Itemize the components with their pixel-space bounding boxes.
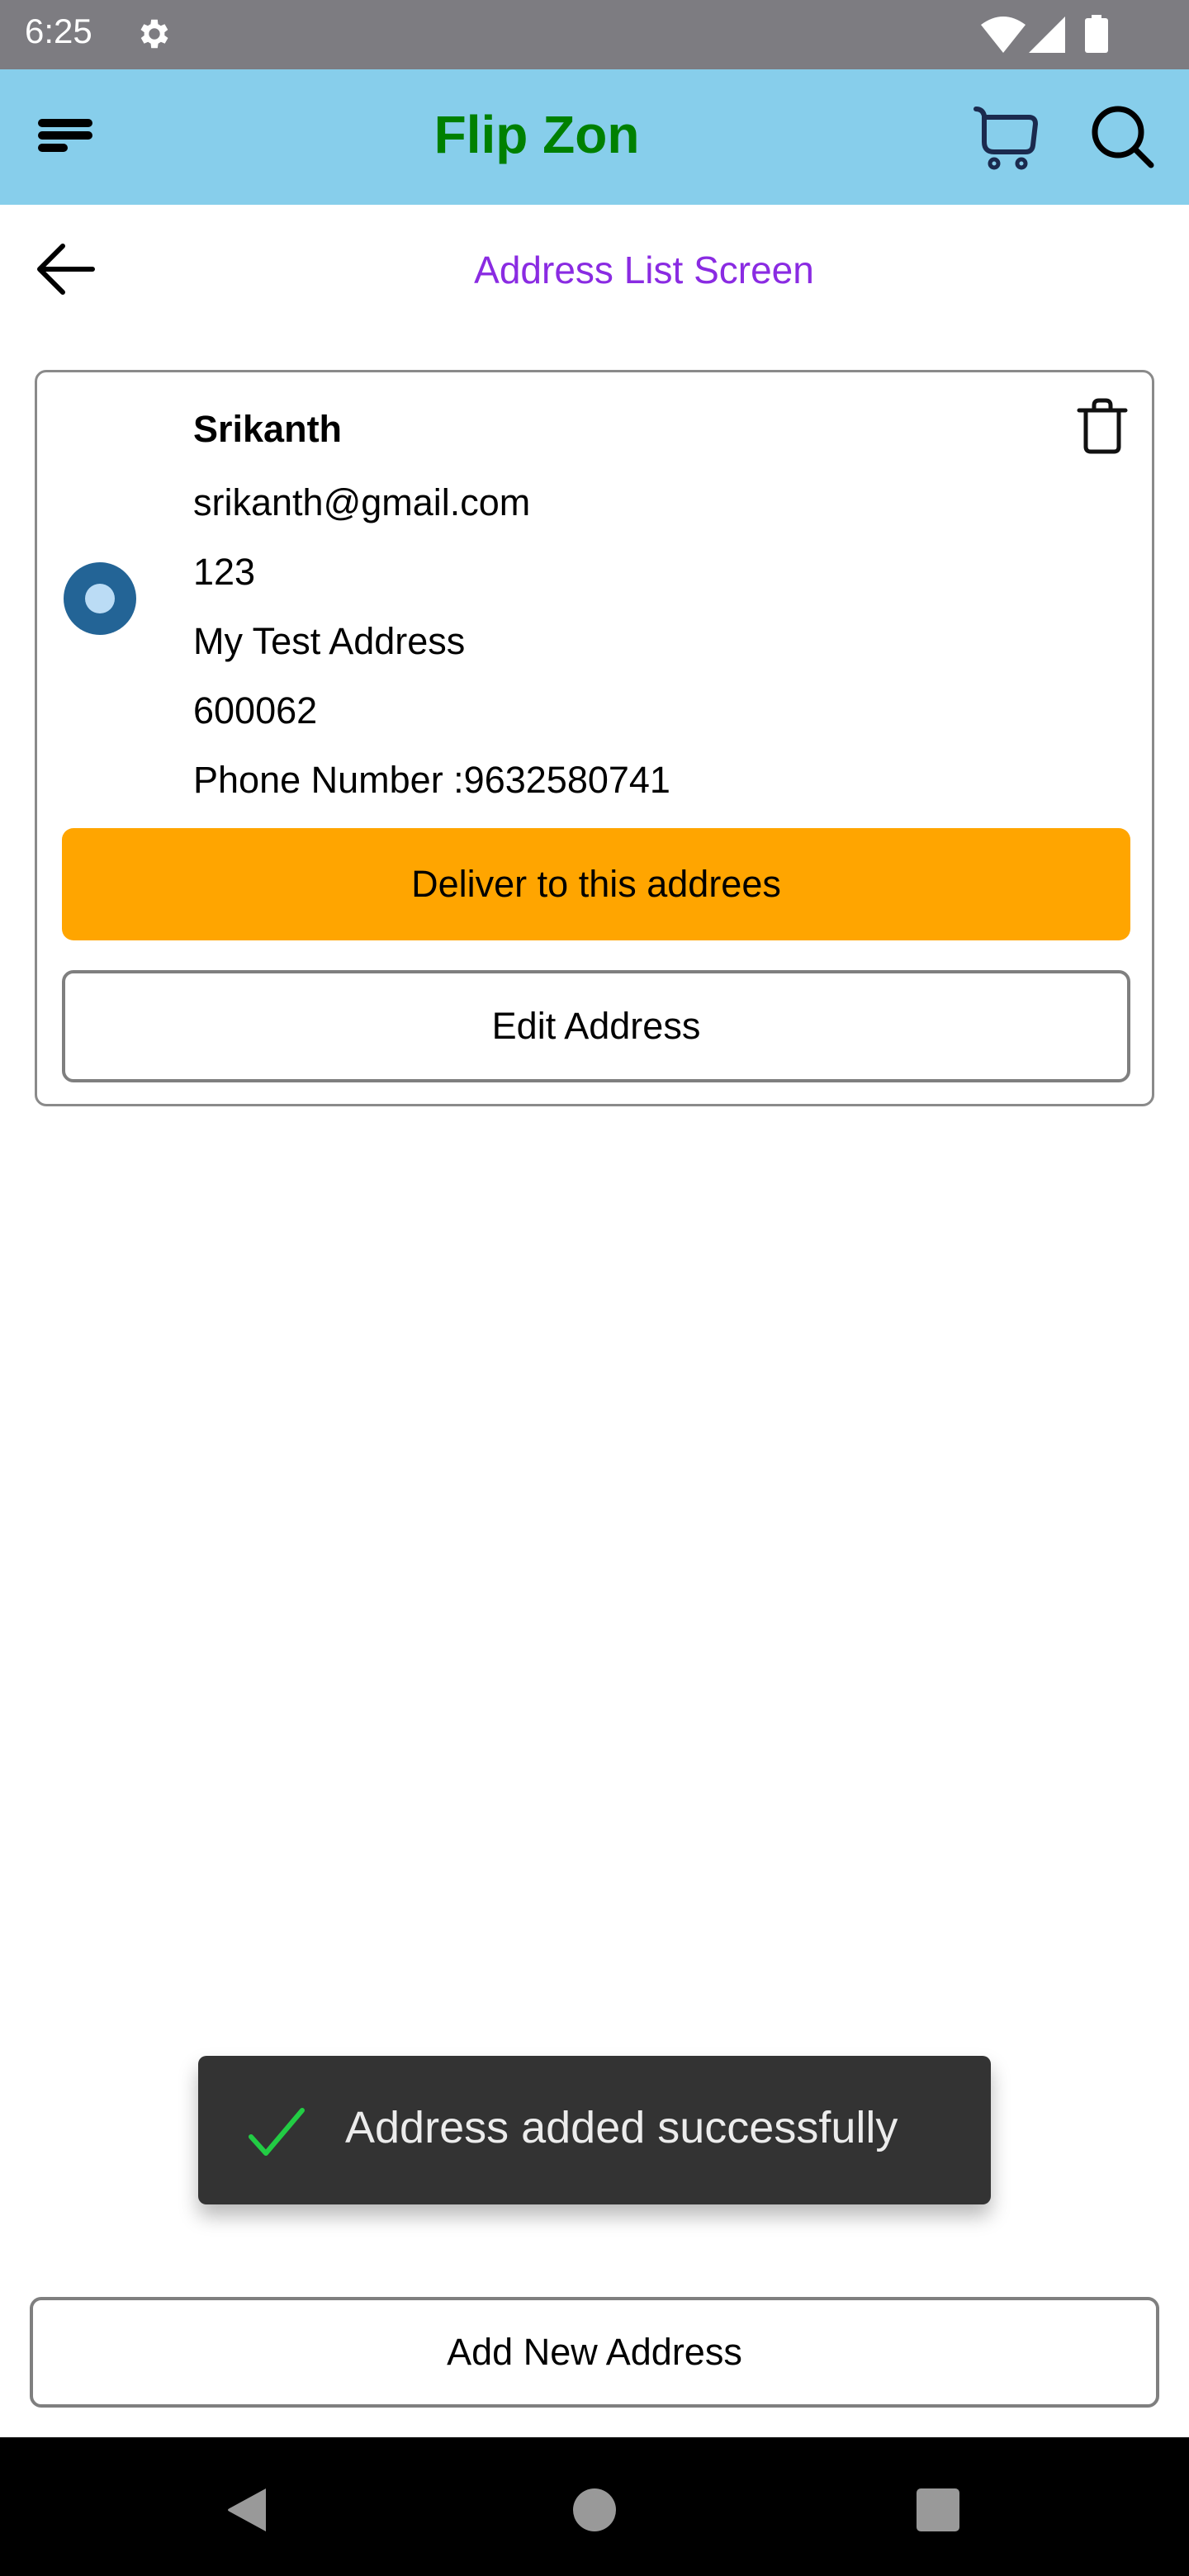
edit-address-button[interactable]: Edit Address bbox=[62, 970, 1130, 1082]
toast-notification: Address added successfully bbox=[198, 2056, 991, 2204]
checkmark-icon bbox=[249, 2108, 305, 2156]
wifi-icon bbox=[981, 17, 1026, 53]
address-phone: Phone Number :9632580741 bbox=[193, 759, 670, 801]
arrow-left-icon[interactable] bbox=[33, 239, 99, 299]
toast-message: Address added successfully bbox=[345, 2103, 898, 2152]
address-card: Srikanth srikanth@gmail.com 123 My Test … bbox=[35, 370, 1154, 1106]
search-icon[interactable] bbox=[1088, 104, 1159, 170]
deliver-to-this-address-button[interactable]: Deliver to this addrees bbox=[62, 828, 1130, 940]
radio-selected-dot bbox=[85, 584, 115, 613]
battery-icon bbox=[1085, 15, 1108, 53]
status-bar: 6:25 bbox=[0, 0, 1189, 69]
gear-icon bbox=[140, 19, 168, 49]
address-details: Srikanth srikanth@gmail.com 123 My Test … bbox=[193, 399, 670, 815]
address-radio-button[interactable] bbox=[64, 562, 136, 635]
screen-title: Address List Screen bbox=[474, 249, 814, 291]
app-title: Flip Zon bbox=[433, 105, 640, 164]
add-new-address-button[interactable]: Add New Address bbox=[30, 2297, 1159, 2408]
status-time: 6:25 bbox=[25, 12, 92, 50]
address-house: 123 bbox=[193, 551, 256, 593]
app-header: Flip Zon bbox=[0, 69, 1189, 205]
address-name: Srikanth bbox=[193, 408, 343, 450]
signal-icon bbox=[1029, 17, 1065, 53]
address-street: My Test Address bbox=[193, 620, 466, 662]
nav-home-icon[interactable] bbox=[573, 2488, 616, 2531]
nav-back-icon[interactable] bbox=[225, 2487, 271, 2533]
nav-recents-icon[interactable] bbox=[917, 2488, 959, 2531]
address-pincode: 600062 bbox=[193, 689, 318, 732]
trash-icon[interactable] bbox=[1073, 397, 1132, 457]
cart-icon[interactable] bbox=[971, 104, 1045, 170]
address-email: srikanth@gmail.com bbox=[193, 481, 531, 523]
system-nav-bar bbox=[0, 2437, 1189, 2576]
